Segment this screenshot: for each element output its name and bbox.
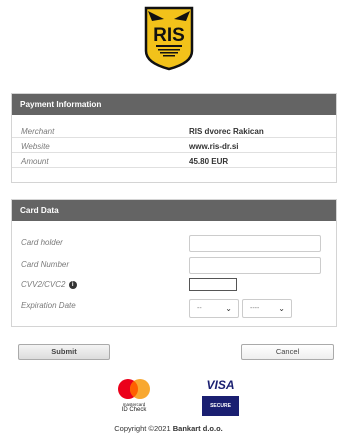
card-number-label: Card Number <box>21 260 70 269</box>
logo-text: RIS <box>153 25 185 46</box>
cvv-input[interactable] <box>189 278 237 291</box>
amount-value: 45.80 EUR <box>189 157 229 166</box>
expiry-year-select[interactable]: ---- ⌄ <box>242 299 292 318</box>
chevron-down-icon: ⌄ <box>225 304 232 313</box>
card-holder-input[interactable] <box>189 235 321 252</box>
website-value: www.ris-dr.si <box>189 142 239 151</box>
submit-button[interactable]: Submit <box>18 344 110 360</box>
chevron-down-icon: ⌄ <box>278 304 285 313</box>
amount-label: Amount <box>21 157 49 166</box>
expiry-month-value: -- <box>197 305 202 312</box>
visa-text: VISA <box>206 378 235 392</box>
secure-text: SECURE <box>202 396 239 416</box>
copyright-text: Copyright ©2021 <box>114 424 173 433</box>
merchant-logo: RIS <box>142 5 196 71</box>
merchant-row: Merchant RIS dvorec Rakican <box>12 126 336 138</box>
card-holder-label: Card holder <box>21 238 63 247</box>
payment-info-panel: Payment Information Merchant RIS dvorec … <box>11 93 337 183</box>
website-label: Website <box>21 142 50 151</box>
mastercard-id-check-logo: mastercard ID Check <box>115 378 153 418</box>
payment-info-title: Payment Information <box>12 94 336 115</box>
card-number-input[interactable] <box>189 257 321 274</box>
cvv-label: CVV2/CVC2 i <box>21 280 77 289</box>
cvv-label-text: CVV2/CVC2 <box>21 280 66 289</box>
merchant-label: Merchant <box>21 127 55 136</box>
amount-row: Amount 45.80 EUR <box>12 156 336 168</box>
expiry-month-select[interactable]: -- ⌄ <box>189 299 239 318</box>
website-row: Website www.ris-dr.si <box>12 141 336 153</box>
cancel-button[interactable]: Cancel <box>241 344 334 360</box>
card-data-panel: Card Data Card holder Card Number CVV2/C… <box>11 199 337 327</box>
info-icon[interactable]: i <box>68 281 77 289</box>
expiration-date-label: Expiration Date <box>21 301 76 310</box>
card-data-title: Card Data <box>12 200 336 221</box>
visa-secure-logo: VISA SECURE <box>202 378 239 418</box>
id-check-text: ID Check <box>121 407 147 413</box>
merchant-value: RIS dvorec Rakican <box>189 127 264 136</box>
company-name: Bankart d.o.o. <box>172 424 223 433</box>
copyright-footer: Copyright ©2021 Bankart d.o.o. <box>0 424 337 433</box>
expiry-year-value: ---- <box>250 305 260 312</box>
